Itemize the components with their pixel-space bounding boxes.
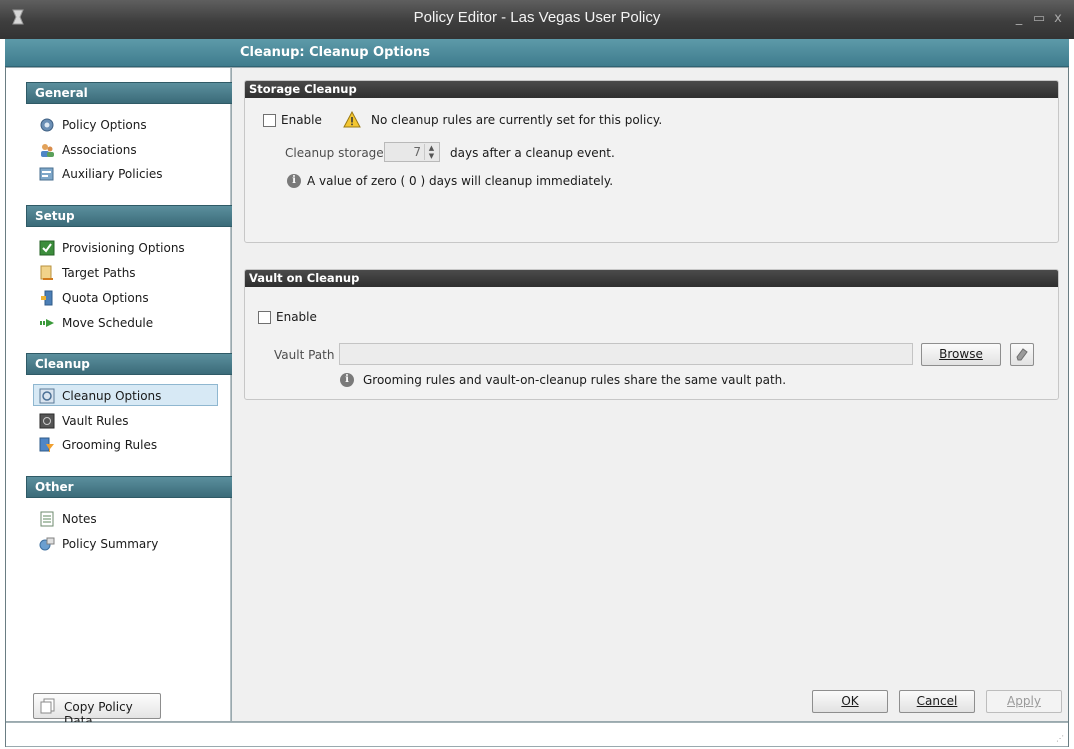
funnel-icon [39,437,54,452]
sidebar-item-label: Vault Rules [62,414,129,428]
status-bar: ⋰ [6,722,1068,746]
sidebar-item-label: Associations [62,143,137,157]
sidebar-item-label: Provisioning Options [62,241,185,255]
storage-cleanup-group: Storage Cleanup Enable No cleanup rules … [244,80,1059,243]
browse-button[interactable]: Browse [921,343,1001,366]
storage-cleanup-header: Storage Cleanup [245,81,1058,98]
sidebar-item-auxiliary-policies[interactable]: Auxiliary Policies [34,163,224,185]
resize-grip-icon[interactable]: ⋰ [1056,734,1064,743]
storage-cleanup-enable-checkbox[interactable] [263,114,276,127]
cleanup-days-spinner[interactable]: 7 ▲ ▼ [384,142,440,162]
info-icon: i [287,174,301,188]
sidebar-item-target-paths[interactable]: Target Paths [34,262,224,284]
spinner-arrows-icon[interactable]: ▲ ▼ [424,144,438,160]
apply-button-label: Apply [1007,694,1041,708]
sidebar-item-label: Auxiliary Policies [62,167,163,181]
notes-icon [40,511,54,527]
vault-enable-checkbox[interactable] [258,311,271,324]
summary-icon [39,537,55,551]
page-header: Cleanup: Cleanup Options [5,39,1069,67]
copy-icon [40,698,55,714]
sidebar-item-move-schedule[interactable]: Move Schedule [34,312,224,334]
copy-policy-data-button[interactable]: Copy Policy Data [33,693,161,728]
sidebar-item-label: Policy Options [62,118,147,132]
sidebar-item-provisioning-options[interactable]: Provisioning Options [34,237,224,259]
days-after-cleanup-label: days after a cleanup event. [450,146,615,160]
sidebar-item-label: Grooming Rules [62,438,158,452]
ok-button[interactable]: OK [812,690,888,713]
window-title: Policy Editor - Las Vegas User Policy [413,9,661,26]
close-button[interactable]: x [1050,12,1066,26]
cleanup-days-value: 7 [413,145,421,159]
browse-button-label: Browse [939,347,983,361]
sidebar-item-policy-summary[interactable]: Policy Summary [34,533,224,555]
apply-button[interactable]: Apply [986,690,1062,713]
sidebar-item-label: Move Schedule [62,316,154,330]
cleanup-storage-label: Cleanup storage [285,146,384,160]
zero-days-info-text: A value of zero ( 0 ) days will cleanup … [307,174,614,188]
page-title: Cleanup: Cleanup Options [240,45,431,60]
sidebar-item-vault-rules[interactable]: Vault Rules [34,410,224,432]
shared-vault-path-info-text: Grooming rules and vault-on-cleanup rule… [363,373,787,387]
cancel-button[interactable]: Cancel [899,690,975,713]
info-icon: i [340,373,354,387]
checkmark-icon [39,240,55,256]
storage-cleanup-enable-label[interactable]: Enable [281,113,322,127]
maximize-button[interactable]: ▭ [1031,12,1047,26]
sidebar-item-label: Quota Options [62,291,149,305]
sidebar-item-label: Cleanup Options [62,389,162,403]
sidebar-section-cleanup[interactable]: Cleanup [26,353,234,375]
policy-icon [39,167,54,181]
sidebar-item-grooming-rules[interactable]: Grooming Rules [34,434,224,456]
sidebar-item-quota-options[interactable]: Quota Options [34,287,224,309]
minimize-button[interactable]: _ [1011,12,1027,26]
move-arrow-icon [40,319,54,327]
ok-button-label: OK [841,694,859,708]
users-icon [41,144,54,157]
title-bar: Policy Editor - Las Vegas User Policy _ … [0,0,1074,39]
cleanup-icon [39,388,55,404]
sidebar-item-label: Policy Summary [62,537,159,551]
sidebar-item-label: Notes [62,512,97,526]
cancel-button-label: Cancel [916,694,958,708]
no-cleanup-rules-warning: No cleanup rules are currently set for t… [371,113,663,127]
sidebar: General Policy Options Associations Auxi… [6,68,234,721]
warning-icon [343,111,361,128]
vault-enable-label[interactable]: Enable [276,310,317,324]
sidebar-item-notes[interactable]: Notes [34,508,224,530]
sidebar-section-setup[interactable]: Setup [26,205,234,227]
vault-path-input[interactable] [339,343,913,365]
eraser-icon [1016,348,1028,361]
sidebar-item-cleanup-options[interactable]: Cleanup Options [33,384,218,406]
vault-on-cleanup-group: Vault on Cleanup Enable Vault Path Brows… [244,269,1059,400]
sidebar-item-associations[interactable]: Associations [34,139,224,161]
content-area: Storage Cleanup Enable No cleanup rules … [232,68,1068,721]
quota-icon [41,290,53,306]
vault-path-label: Vault Path [274,348,335,362]
sidebar-section-other[interactable]: Other [26,476,234,498]
sidebar-item-policy-options[interactable]: Policy Options [34,114,224,136]
gear-icon [40,118,54,132]
vault-on-cleanup-header: Vault on Cleanup [245,270,1058,287]
sidebar-section-general[interactable]: General [26,82,234,104]
target-path-icon [40,265,53,280]
sidebar-item-label: Target Paths [62,266,136,280]
vault-icon [39,413,55,429]
clear-path-button[interactable] [1010,343,1034,366]
